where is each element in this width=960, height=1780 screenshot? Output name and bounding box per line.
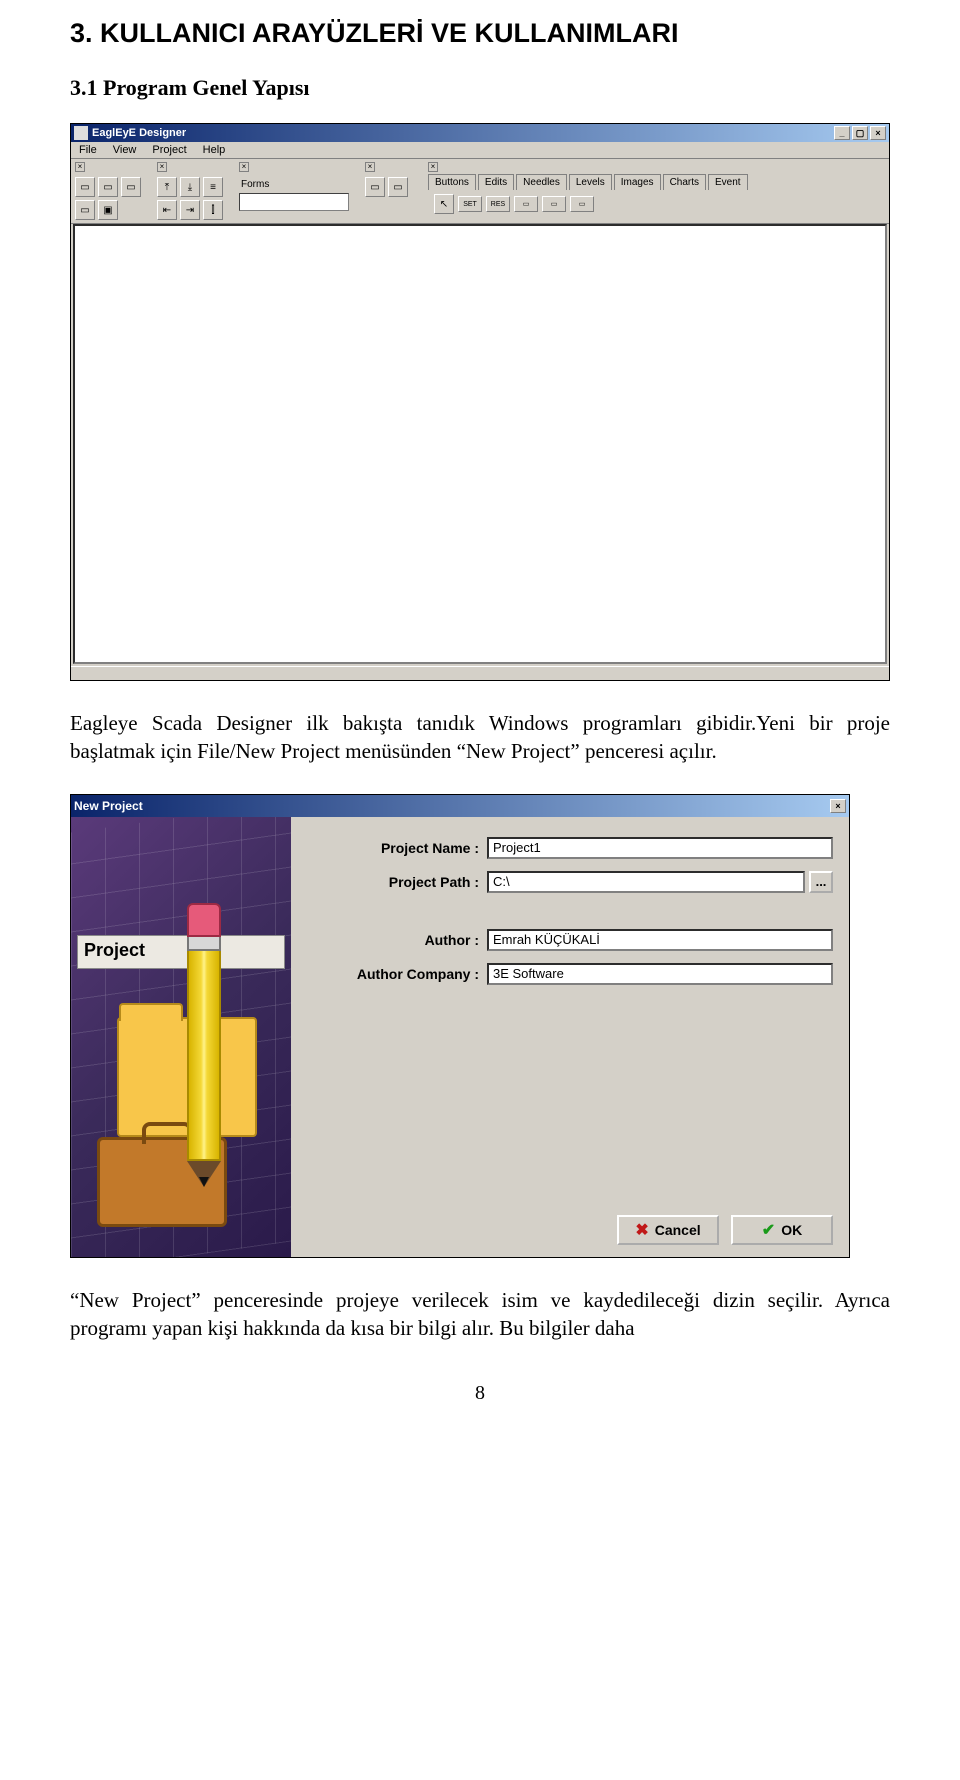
cancel-button[interactable]: ✖ Cancel bbox=[617, 1215, 719, 1245]
toolbar-button[interactable]: ⤓ bbox=[180, 177, 200, 197]
toolbar-button[interactable]: ⇤ bbox=[157, 200, 177, 220]
pencil-icon bbox=[187, 903, 221, 1203]
side-project-label: Project bbox=[77, 935, 285, 969]
menu-help[interactable]: Help bbox=[203, 144, 226, 156]
forms-dropdown[interactable] bbox=[239, 193, 349, 211]
minimize-button[interactable]: _ bbox=[834, 126, 850, 140]
tab-buttons[interactable]: Buttons bbox=[428, 174, 476, 190]
toolbar-button[interactable]: ▭ bbox=[75, 200, 95, 220]
toolbar-button[interactable]: ▭ bbox=[98, 177, 118, 197]
palette-button[interactable]: ▭ bbox=[514, 196, 538, 212]
palette-button[interactable]: RES bbox=[486, 196, 510, 212]
browse-button[interactable]: ... bbox=[809, 871, 833, 893]
project-name-label: Project Name : bbox=[307, 840, 487, 856]
toolbar-button[interactable]: ⤒ bbox=[157, 177, 177, 197]
toolbar-close-icon[interactable]: × bbox=[75, 162, 85, 172]
author-input[interactable]: Emrah KÜÇÜKALİ bbox=[487, 929, 833, 951]
pointer-tool-icon[interactable]: ↖ bbox=[434, 194, 454, 214]
tab-needles[interactable]: Needles bbox=[516, 174, 567, 190]
tab-event[interactable]: Event bbox=[708, 174, 748, 190]
subsection-heading: 3.1 Program Genel Yapısı bbox=[70, 75, 890, 101]
paragraph-1: Eagleye Scada Designer ilk bakışta tanıd… bbox=[70, 709, 890, 766]
menu-file[interactable]: File bbox=[79, 144, 97, 156]
designer-titlebar: EaglEyE Designer _ ▢ × bbox=[71, 124, 889, 142]
toolbar-row: × ▭ ▭ ▭ ▭ ▣ × ⤒ ⤓ ≡ ⇤ ⇥ ⫿ bbox=[71, 159, 889, 224]
toolbar-button[interactable]: ▭ bbox=[121, 177, 141, 197]
toolbar-button[interactable]: ▭ bbox=[75, 177, 95, 197]
page-number: 8 bbox=[70, 1382, 890, 1405]
menu-project[interactable]: Project bbox=[152, 144, 186, 156]
ok-icon: ✔ bbox=[762, 1220, 775, 1240]
forms-label: Forms bbox=[241, 179, 355, 190]
toolbar-button[interactable]: ▭ bbox=[388, 177, 408, 197]
paragraph-2: “New Project” penceresinde projeye veril… bbox=[70, 1286, 890, 1343]
toolbar-button[interactable]: ⫿ bbox=[203, 200, 223, 220]
menubar: File View Project Help bbox=[71, 142, 889, 159]
dialog-side-image: Project bbox=[71, 817, 291, 1257]
dialog-titlebar: New Project × bbox=[71, 795, 849, 817]
author-label: Author : bbox=[307, 932, 487, 948]
new-project-dialog: New Project × Project Project Name : Pro… bbox=[70, 794, 850, 1258]
close-button[interactable]: × bbox=[870, 126, 886, 140]
designer-title: EaglEyE Designer bbox=[92, 127, 186, 139]
dialog-close-button[interactable]: × bbox=[830, 799, 846, 813]
author-company-label: Author Company : bbox=[307, 966, 487, 982]
palette-button[interactable]: SET bbox=[458, 196, 482, 212]
toolbar-close-icon[interactable]: × bbox=[428, 162, 438, 172]
app-icon bbox=[74, 126, 88, 140]
toolbar-close-icon[interactable]: × bbox=[365, 162, 375, 172]
toolbar-button[interactable]: ⇥ bbox=[180, 200, 200, 220]
menu-view[interactable]: View bbox=[113, 144, 137, 156]
palette-button[interactable]: ▭ bbox=[542, 196, 566, 212]
toolbar-button[interactable]: ≡ bbox=[203, 177, 223, 197]
project-path-input[interactable]: C:\ bbox=[487, 871, 805, 893]
ok-button[interactable]: ✔ OK bbox=[731, 1215, 833, 1245]
tab-edits[interactable]: Edits bbox=[478, 174, 514, 190]
cancel-icon: ✖ bbox=[635, 1220, 648, 1240]
cancel-label: Cancel bbox=[655, 1222, 701, 1238]
project-name-input[interactable]: Project1 bbox=[487, 837, 833, 859]
tab-levels[interactable]: Levels bbox=[569, 174, 612, 190]
section-heading: 3. KULLANICI ARAYÜZLERİ VE KULLANIMLARI bbox=[70, 18, 890, 49]
tab-images[interactable]: Images bbox=[614, 174, 661, 190]
design-canvas[interactable] bbox=[73, 224, 887, 664]
maximize-button[interactable]: ▢ bbox=[852, 126, 868, 140]
tab-charts[interactable]: Charts bbox=[663, 174, 706, 190]
toolbar-close-icon[interactable]: × bbox=[157, 162, 167, 172]
designer-window: EaglEyE Designer _ ▢ × File View Project… bbox=[70, 123, 890, 681]
statusbar bbox=[71, 666, 889, 680]
toolbar-button[interactable]: ▭ bbox=[365, 177, 385, 197]
toolbar-close-icon[interactable]: × bbox=[239, 162, 249, 172]
author-company-input[interactable]: 3E Software bbox=[487, 963, 833, 985]
project-path-label: Project Path : bbox=[307, 874, 487, 890]
ok-label: OK bbox=[781, 1222, 802, 1238]
component-tabs: Buttons Edits Needles Levels Images Char… bbox=[428, 174, 885, 190]
dialog-title: New Project bbox=[74, 799, 143, 813]
toolbar-button[interactable]: ▣ bbox=[98, 200, 118, 220]
palette-button[interactable]: ▭ bbox=[570, 196, 594, 212]
